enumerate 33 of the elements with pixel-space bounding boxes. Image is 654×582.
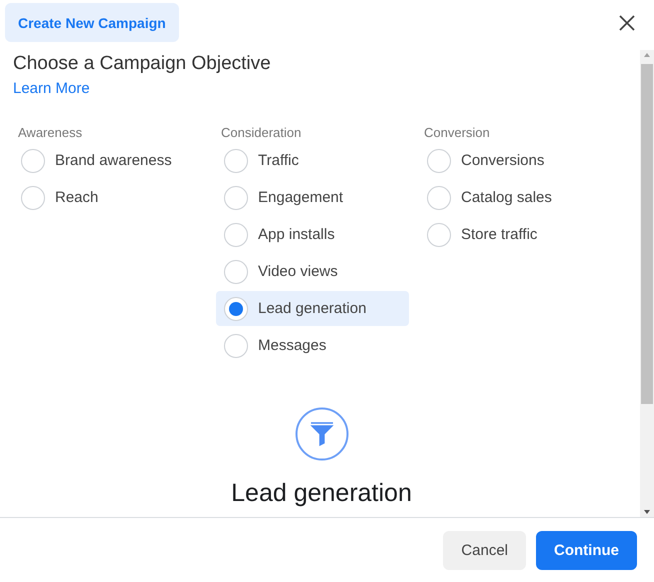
objective-option[interactable]: Brand awareness — [13, 143, 206, 178]
objective-option[interactable]: Catalog sales — [419, 180, 612, 215]
radio-button[interactable] — [224, 186, 248, 210]
objective-option[interactable]: Store traffic — [419, 217, 612, 252]
funnel-icon — [294, 407, 348, 461]
create-campaign-tab[interactable]: Create New Campaign — [5, 3, 179, 42]
scrollbar[interactable] — [640, 50, 654, 517]
objective-option[interactable]: Messages — [216, 328, 409, 363]
objective-option[interactable]: Engagement — [216, 180, 409, 215]
radio-button[interactable] — [224, 334, 248, 358]
radio-button[interactable] — [224, 260, 248, 284]
objective-option[interactable]: Lead generation — [216, 291, 409, 326]
dialog-title: Choose a Campaign Objective — [13, 53, 272, 75]
column-heading: Consideration — [220, 125, 302, 140]
radio-button[interactable] — [224, 296, 248, 320]
column-heading: Awareness — [17, 125, 82, 140]
continue-button[interactable]: Continue — [536, 530, 637, 570]
radio-button[interactable] — [427, 186, 451, 210]
objective-option[interactable]: Reach — [13, 180, 206, 215]
learn-more-link[interactable]: Learn More — [13, 80, 90, 97]
radio-button[interactable] — [427, 148, 451, 172]
objective-title: Lead generation — [231, 479, 412, 508]
cancel-button[interactable]: Cancel — [443, 530, 526, 570]
objective-option[interactable]: App installs — [216, 217, 409, 252]
radio-button[interactable] — [224, 148, 248, 172]
objective-option[interactable]: Traffic — [216, 143, 409, 178]
radio-button[interactable] — [427, 222, 451, 246]
column-heading: Conversion — [423, 125, 490, 140]
radio-button[interactable] — [21, 148, 45, 172]
radio-button[interactable] — [224, 222, 248, 246]
radio-button[interactable] — [21, 186, 45, 210]
objective-option[interactable]: Video views — [216, 254, 409, 289]
objective-option[interactable]: Conversions — [419, 143, 612, 178]
